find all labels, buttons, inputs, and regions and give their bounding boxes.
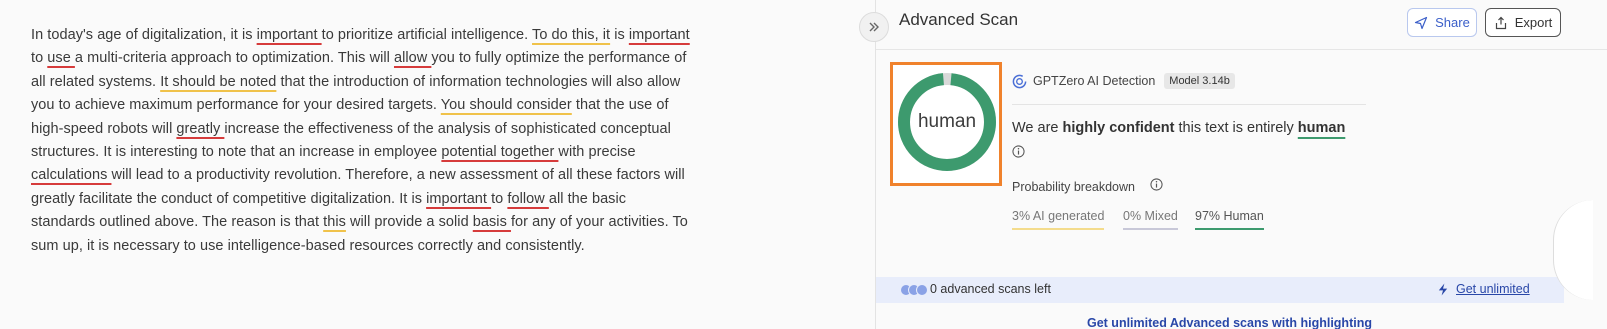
send-icon xyxy=(1415,16,1428,29)
flagged-phrase[interactable]: important xyxy=(426,191,491,207)
verdict-middle: this text is entirely xyxy=(1174,120,1298,136)
essay-text[interactable]: In today's age of digitalization, it is … xyxy=(31,24,691,258)
get-unlimited-label: Get unlimited xyxy=(1456,282,1530,296)
flagged-phrase[interactable]: important xyxy=(629,27,690,43)
flagged-phrase[interactable]: greatly xyxy=(176,121,224,137)
essay-pane: In today's age of digitalization, it is … xyxy=(0,0,875,329)
flagged-phrase[interactable]: To do this, it xyxy=(532,27,610,43)
essay-segment: will provide a solid xyxy=(345,214,473,231)
collapse-panel-button[interactable] xyxy=(859,12,889,42)
detector-header: GPTZero AI Detection Model 3.14b xyxy=(1012,73,1235,89)
flagged-phrase[interactable]: calculations xyxy=(31,167,111,183)
header-divider xyxy=(876,49,1607,50)
essay-segment: a multi-criteria approach to optimizatio… xyxy=(74,50,394,67)
essay-segment: to xyxy=(31,50,48,67)
flagged-phrase[interactable]: It should be noted xyxy=(160,74,276,90)
flagged-phrase[interactable]: follow xyxy=(507,191,548,207)
essay-segment: to prioritize artificial intelligence. xyxy=(321,27,533,43)
gptzero-logo-icon xyxy=(1012,74,1027,88)
export-icon xyxy=(1495,16,1506,29)
essay-segment: is xyxy=(610,27,629,43)
model-badge: Model 3.14b xyxy=(1164,73,1235,89)
probability-title: Probability breakdown xyxy=(1012,180,1135,194)
probability-mixed: 0% Mixed xyxy=(1123,209,1178,230)
detector-name: GPTZero AI Detection xyxy=(1033,74,1156,88)
verdict-sentence: We are highly confident this text is ent… xyxy=(1012,120,1345,136)
donut-center-label: human xyxy=(917,111,977,132)
double-chevron-right-icon xyxy=(869,22,879,32)
flagged-phrase[interactable]: this xyxy=(323,214,346,230)
verdict-class: human xyxy=(1297,120,1346,136)
get-unlimited-link[interactable]: Get unlimited xyxy=(1437,282,1530,296)
panel-title: Advanced Scan xyxy=(899,10,1019,29)
flagged-phrase[interactable]: potential together xyxy=(441,144,558,160)
flagged-phrase[interactable]: important xyxy=(257,27,322,43)
share-button[interactable]: Share xyxy=(1407,8,1477,37)
verdict-confidence: highly confident xyxy=(1062,120,1175,136)
flagged-phrase[interactable]: allow xyxy=(394,50,431,66)
export-label: Export xyxy=(1514,15,1553,30)
probability-human: 97% Human xyxy=(1195,209,1264,230)
essay-segment: to xyxy=(491,190,508,207)
scans-left-text: 0 advanced scans left xyxy=(930,282,1051,296)
essay-segment: with precise xyxy=(558,144,636,161)
essay-segment: In today's age of digitalization, it is xyxy=(31,27,257,43)
share-label: Share xyxy=(1435,15,1470,30)
probability-info-icon[interactable] xyxy=(1150,178,1163,191)
flagged-phrase[interactable]: You should consider xyxy=(441,97,572,113)
export-button[interactable]: Export xyxy=(1485,8,1561,37)
verdict-prefix: We are xyxy=(1012,120,1063,136)
flagged-phrase[interactable]: basis xyxy=(473,214,511,230)
probability-ai: 3% AI generated xyxy=(1012,209,1105,230)
detector-divider xyxy=(1012,104,1366,105)
flagged-phrase[interactable]: use xyxy=(47,50,75,66)
lightning-icon xyxy=(1438,282,1448,296)
upsell-text[interactable]: Get unlimited Advanced scans with highli… xyxy=(1087,316,1372,329)
verdict-info-icon[interactable] xyxy=(1012,145,1025,158)
scan-credits-icon xyxy=(900,284,928,296)
